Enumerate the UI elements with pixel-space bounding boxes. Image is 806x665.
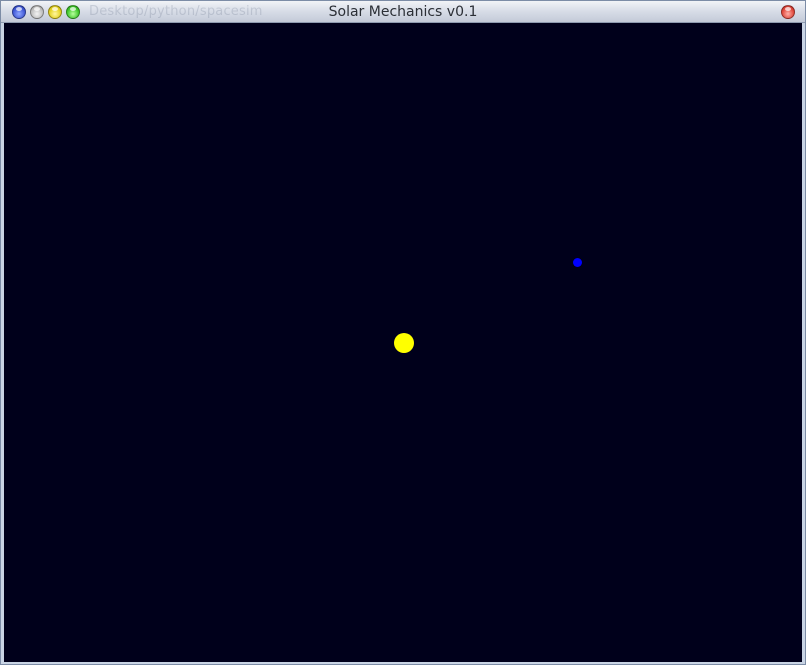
sun-body (394, 333, 414, 353)
app-window: Desktop/python/spacesim Solar Mechanics … (0, 0, 806, 665)
title-bar[interactable]: Desktop/python/spacesim Solar Mechanics … (1, 1, 805, 23)
planet-body (573, 258, 582, 267)
close-button[interactable] (781, 5, 795, 19)
simulation-canvas[interactable] (4, 23, 802, 662)
window-title: Solar Mechanics v0.1 (328, 4, 478, 20)
